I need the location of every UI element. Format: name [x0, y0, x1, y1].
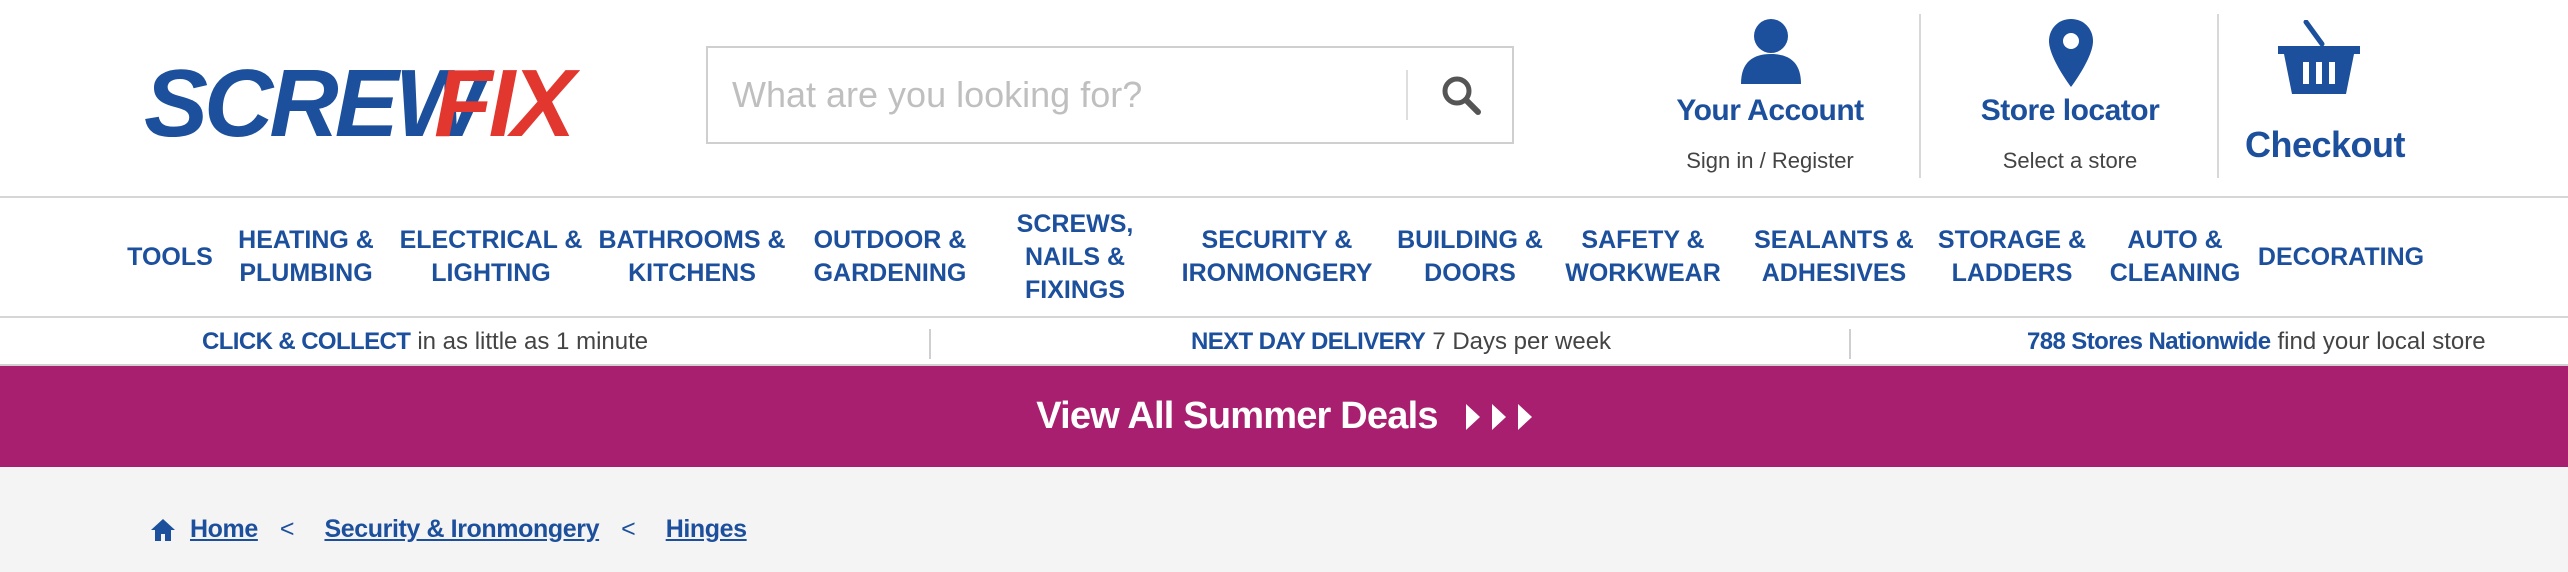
user-icon — [1741, 19, 1801, 84]
search-button[interactable] — [1410, 48, 1512, 142]
nav-item-electrical[interactable]: ELECTRICAL & LIGHTING — [398, 198, 584, 316]
usp-click-collect-text: in as little as 1 minute — [417, 328, 649, 355]
header-divider — [1919, 14, 1921, 178]
nav-item-sealants[interactable]: SEALANTS & ADHESIVES — [1746, 198, 1922, 316]
triple-arrow-icon — [1454, 403, 1532, 430]
home-icon — [151, 518, 175, 541]
nav-item-auto[interactable]: AUTO & CLEANING — [2102, 198, 2248, 316]
account-link[interactable]: Your Account Sign in / Register — [1640, 0, 1900, 198]
checkout-title: Checkout — [2244, 124, 2406, 165]
usp-click-collect[interactable]: CLICK & COLLECT in as little as 1 minute — [202, 320, 648, 364]
breadcrumb-home[interactable]: Home — [190, 515, 258, 544]
nav-item-tools[interactable]: TOOLS — [120, 198, 220, 316]
breadcrumb-separator: < — [621, 515, 636, 543]
breadcrumb: Home < Security & Ironmongery < Hinges — [0, 467, 2568, 572]
nav-item-safety[interactable]: SAFETY & WORKWEAR — [1560, 198, 1726, 316]
account-title: Your Account — [1676, 94, 1864, 127]
usp-divider — [929, 329, 931, 359]
logo-text-fix: FIX — [434, 50, 580, 157]
nav-item-heating[interactable]: HEATING & PLUMBING — [226, 198, 386, 316]
usp-click-collect-title: CLICK & COLLECT — [202, 328, 411, 355]
usp-divider — [1849, 329, 1851, 359]
account-subtitle: Sign in / Register — [1686, 148, 1854, 173]
map-pin-icon — [2049, 19, 2093, 87]
search-divider — [1406, 70, 1408, 120]
usp-stores[interactable]: 788 Stores Nationwide find your local st… — [2027, 320, 2486, 364]
summer-deals-banner[interactable]: View All Summer Deals — [0, 366, 2568, 467]
nav-item-outdoor[interactable]: OUTDOOR & GARDENING — [804, 198, 976, 316]
search-box — [706, 46, 1514, 144]
nav-item-security[interactable]: SECURITY & IRONMONGERY — [1170, 198, 1384, 316]
summer-deals-text: View All Summer Deals — [1036, 395, 1438, 437]
breadcrumb-security[interactable]: Security & Ironmongery — [324, 515, 599, 544]
usp-bar: CLICK & COLLECT in as little as 1 minute… — [0, 320, 2568, 366]
site-header: SCREW FIX Your Account Sign in / Registe… — [0, 0, 2568, 198]
screwfix-logo[interactable]: SCREW FIX — [144, 50, 604, 160]
usp-next-day-title: NEXT DAY DELIVERY — [1191, 328, 1426, 355]
store-locator-link[interactable]: Store locator Select a store — [1940, 0, 2200, 198]
nav-item-storage[interactable]: STORAGE & LADDERS — [1934, 198, 2090, 316]
basket-icon — [2278, 20, 2360, 94]
usp-next-day-text: 7 Days per week — [1432, 328, 1612, 355]
checkout-link[interactable]: Checkout — [2230, 0, 2420, 198]
breadcrumb-separator: < — [279, 515, 295, 543]
store-locator-subtitle: Select a store — [2002, 148, 2138, 173]
category-nav: TOOLS HEATING & PLUMBING ELECTRICAL & LIGH… — [0, 198, 2568, 318]
nav-item-bathrooms[interactable]: BATHROOMS & KITCHENS — [596, 198, 788, 316]
search-input[interactable] — [708, 48, 1408, 142]
magnifier-icon — [1442, 76, 1481, 115]
nav-item-decorating[interactable]: DECORATING — [2256, 198, 2426, 316]
usp-stores-title: 788 Stores Nationwide — [2027, 328, 2271, 355]
nav-item-building[interactable]: BUILDING & DOORS — [1390, 198, 1550, 316]
usp-stores-text: find your local store — [2277, 328, 2486, 355]
breadcrumb-hinges[interactable]: Hinges — [666, 515, 747, 544]
header-divider — [2217, 14, 2219, 178]
store-locator-title: Store locator — [1980, 94, 2160, 127]
nav-item-screws[interactable]: SCREWS, NAILS & FIXINGS — [1000, 198, 1150, 316]
usp-next-day[interactable]: NEXT DAY DELIVERY 7 Days per week — [1191, 320, 1611, 364]
